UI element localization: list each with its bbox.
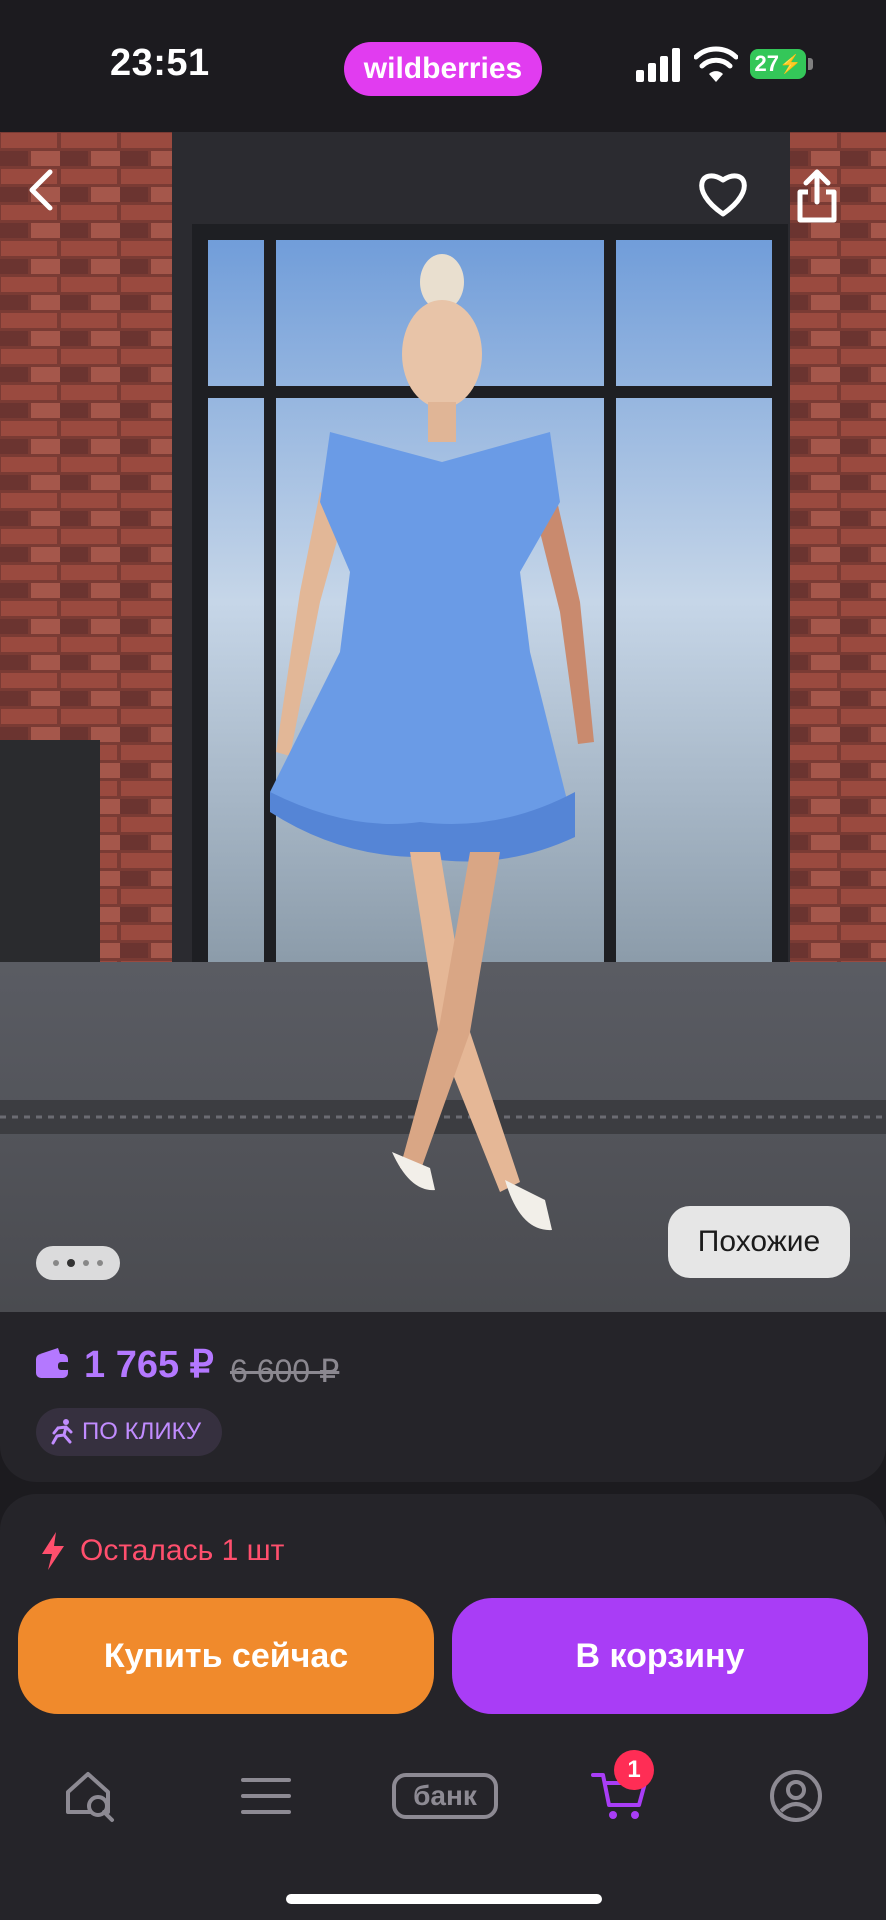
cellular-signal-icon — [636, 48, 680, 82]
brand-logo: wildberries — [344, 42, 542, 96]
nav-bank[interactable]: банк — [392, 1756, 498, 1836]
pagination-dot — [97, 1260, 103, 1266]
buy-now-button[interactable]: Купить сейчас — [18, 1598, 434, 1714]
purchase-sheet: Осталась 1 шт Купить сейчас В корзину ба… — [0, 1494, 886, 1920]
pagination-dot-active — [67, 1259, 75, 1267]
heart-icon — [699, 173, 747, 217]
current-price: 1 765 ₽ — [84, 1344, 214, 1386]
pagination-dot — [53, 1260, 59, 1266]
back-icon — [29, 169, 53, 211]
nav-profile[interactable] — [746, 1756, 846, 1836]
running-icon — [51, 1419, 73, 1445]
share-icon — [797, 169, 837, 223]
charging-icon: ⚡ — [779, 53, 802, 74]
status-time: 23:51 — [110, 42, 210, 84]
pagination-dot — [83, 1260, 89, 1266]
nav-home-search[interactable] — [40, 1756, 140, 1836]
stock-info: Осталась 1 шт — [40, 1532, 284, 1570]
wallet-icon — [36, 1348, 70, 1378]
battery-level: 27 — [754, 51, 780, 76]
stock-text: Осталась 1 шт — [80, 1534, 285, 1567]
menu-icon — [241, 1778, 291, 1814]
gallery-pagination — [36, 1246, 120, 1280]
nav-cart[interactable]: 1 — [570, 1750, 670, 1836]
click-badge-label: ПО КЛИКУ — [82, 1418, 202, 1445]
wifi-icon — [694, 46, 738, 82]
bank-label: банк — [392, 1773, 498, 1819]
battery-indicator: 27 ⚡ — [750, 49, 806, 79]
home-search-icon — [66, 1772, 114, 1822]
lightning-icon — [42, 1532, 64, 1570]
old-price: 6 600 ₽ — [230, 1353, 340, 1389]
price-card: 1 765 ₽ 6 600 ₽ ПО КЛИКУ — [0, 1312, 886, 1482]
similar-products-button[interactable]: Похожие — [668, 1206, 850, 1278]
product-image-gallery[interactable]: Похожие — [0, 132, 886, 1312]
profile-icon — [770, 1770, 822, 1822]
battery-tip — [808, 58, 813, 70]
back-button[interactable] — [24, 168, 88, 232]
nav-catalog[interactable] — [216, 1756, 316, 1836]
product-photo — [0, 132, 886, 1312]
status-bar: 23:51 wildberries 27 ⚡ — [0, 0, 886, 132]
click-discount-badge[interactable]: ПО КЛИКУ — [36, 1408, 222, 1456]
favorite-button[interactable] — [696, 168, 760, 232]
share-button[interactable] — [794, 168, 858, 232]
cart-count-badge: 1 — [614, 1750, 654, 1790]
home-indicator[interactable] — [286, 1894, 602, 1904]
add-to-cart-button[interactable]: В корзину — [452, 1598, 868, 1714]
